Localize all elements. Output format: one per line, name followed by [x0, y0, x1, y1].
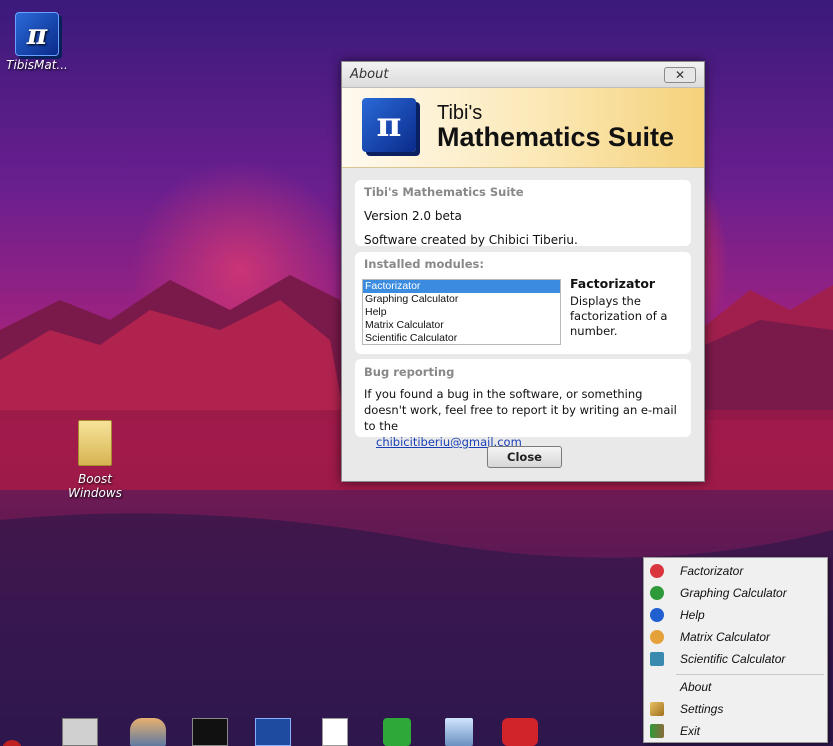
pi-cube-icon: π: [15, 12, 59, 56]
version-text: Version 2.0 beta: [364, 209, 462, 223]
app-logo-icon: π: [362, 98, 416, 152]
graphing-calculator-icon: [650, 586, 664, 600]
menu-item-label: Graphing Calculator: [680, 586, 787, 600]
desktop-icon-boost-windows[interactable]: Boost Windows: [60, 420, 130, 500]
dialog-titlebar[interactable]: About ✕: [342, 62, 704, 88]
download-icon[interactable]: [383, 718, 411, 746]
about-dialog: About ✕ π Tibi's Mathematics Suite Tibi'…: [341, 61, 705, 482]
computer-icon[interactable]: [62, 718, 98, 746]
app-banner: π Tibi's Mathematics Suite: [342, 88, 704, 168]
menu-item-label: About: [680, 680, 712, 694]
taskbar: [0, 716, 833, 746]
recycle-bin-icon[interactable]: [445, 718, 473, 746]
modules-header: Installed modules:: [364, 257, 484, 271]
selected-module-description: Displays the factorization of a number.: [570, 294, 668, 338]
menu-item-scientific-calculator[interactable]: Scientific Calculator: [644, 648, 827, 670]
matrix-calculator-icon: [650, 630, 664, 644]
menu-item-factorizator[interactable]: Factorizator: [644, 560, 827, 582]
vivaldi-icon[interactable]: [502, 718, 538, 746]
module-list-item[interactable]: Matrix Calculator: [363, 319, 560, 332]
help-icon: [650, 608, 664, 622]
menu-item-matrix-calculator[interactable]: Matrix Calculator: [644, 626, 827, 648]
bug-text: If you found a bug in the software, or s…: [364, 387, 677, 433]
menu-item-label: Factorizator: [680, 564, 744, 578]
selected-module-name: Factorizator: [570, 276, 656, 291]
users-icon[interactable]: [130, 718, 166, 746]
module-detail: Factorizator Displays the factorization …: [570, 276, 685, 339]
wrench-icon: [650, 702, 664, 716]
menu-item-label: Help: [680, 608, 705, 622]
menu-item-label: Settings: [680, 702, 724, 716]
menu-item-label: Scientific Calculator: [680, 652, 786, 666]
desktop-icon-label: Boost Windows: [68, 472, 122, 500]
module-list-item[interactable]: Help: [363, 306, 560, 319]
info-header: Tibi's Mathematics Suite: [364, 185, 524, 199]
powershell-icon[interactable]: [255, 718, 291, 746]
close-button[interactable]: Close: [487, 446, 562, 468]
menu-item-about[interactable]: About: [644, 676, 827, 698]
computer-icon[interactable]: [2, 740, 22, 746]
modules-listbox[interactable]: Factorizator Graphing Calculator Help Ma…: [362, 279, 561, 345]
module-list-item[interactable]: Scientific Calculator: [363, 332, 560, 345]
menu-separator: [676, 674, 824, 675]
document-icon[interactable]: [322, 718, 348, 746]
command-prompt-icon[interactable]: [192, 718, 228, 746]
menu-item-label: Matrix Calculator: [680, 630, 771, 644]
desktop: π TibisMat... Boost Windows About ✕ π Ti…: [0, 0, 833, 746]
module-list-item[interactable]: Graphing Calculator: [363, 293, 560, 306]
dialog-title: About: [350, 67, 389, 82]
bug-panel: Bug reporting If you found a bug in the …: [355, 359, 691, 449]
credit-text: Software created by Chibici Tiberiu.: [364, 233, 578, 247]
close-icon[interactable]: ✕: [664, 66, 696, 83]
folder-icon: [78, 420, 112, 466]
module-list-item[interactable]: Factorizator: [363, 280, 560, 293]
menu-item-help[interactable]: Help: [644, 604, 827, 626]
banner-title: Mathematics Suite: [437, 122, 675, 152]
modules-panel: Installed modules: Factorizator Graphing…: [355, 252, 691, 354]
desktop-icon-tibis-math[interactable]: π TibisMat...: [2, 12, 72, 72]
scientific-calculator-icon: [650, 652, 664, 666]
info-panel: Tibi's Mathematics Suite Version 2.0 bet…: [355, 180, 691, 247]
menu-item-graphing-calculator[interactable]: Graphing Calculator: [644, 582, 827, 604]
bug-header: Bug reporting: [364, 365, 455, 379]
blank-icon: [650, 680, 664, 694]
desktop-icon-label: TibisMat...: [6, 58, 68, 72]
factorizator-icon: [650, 564, 664, 578]
